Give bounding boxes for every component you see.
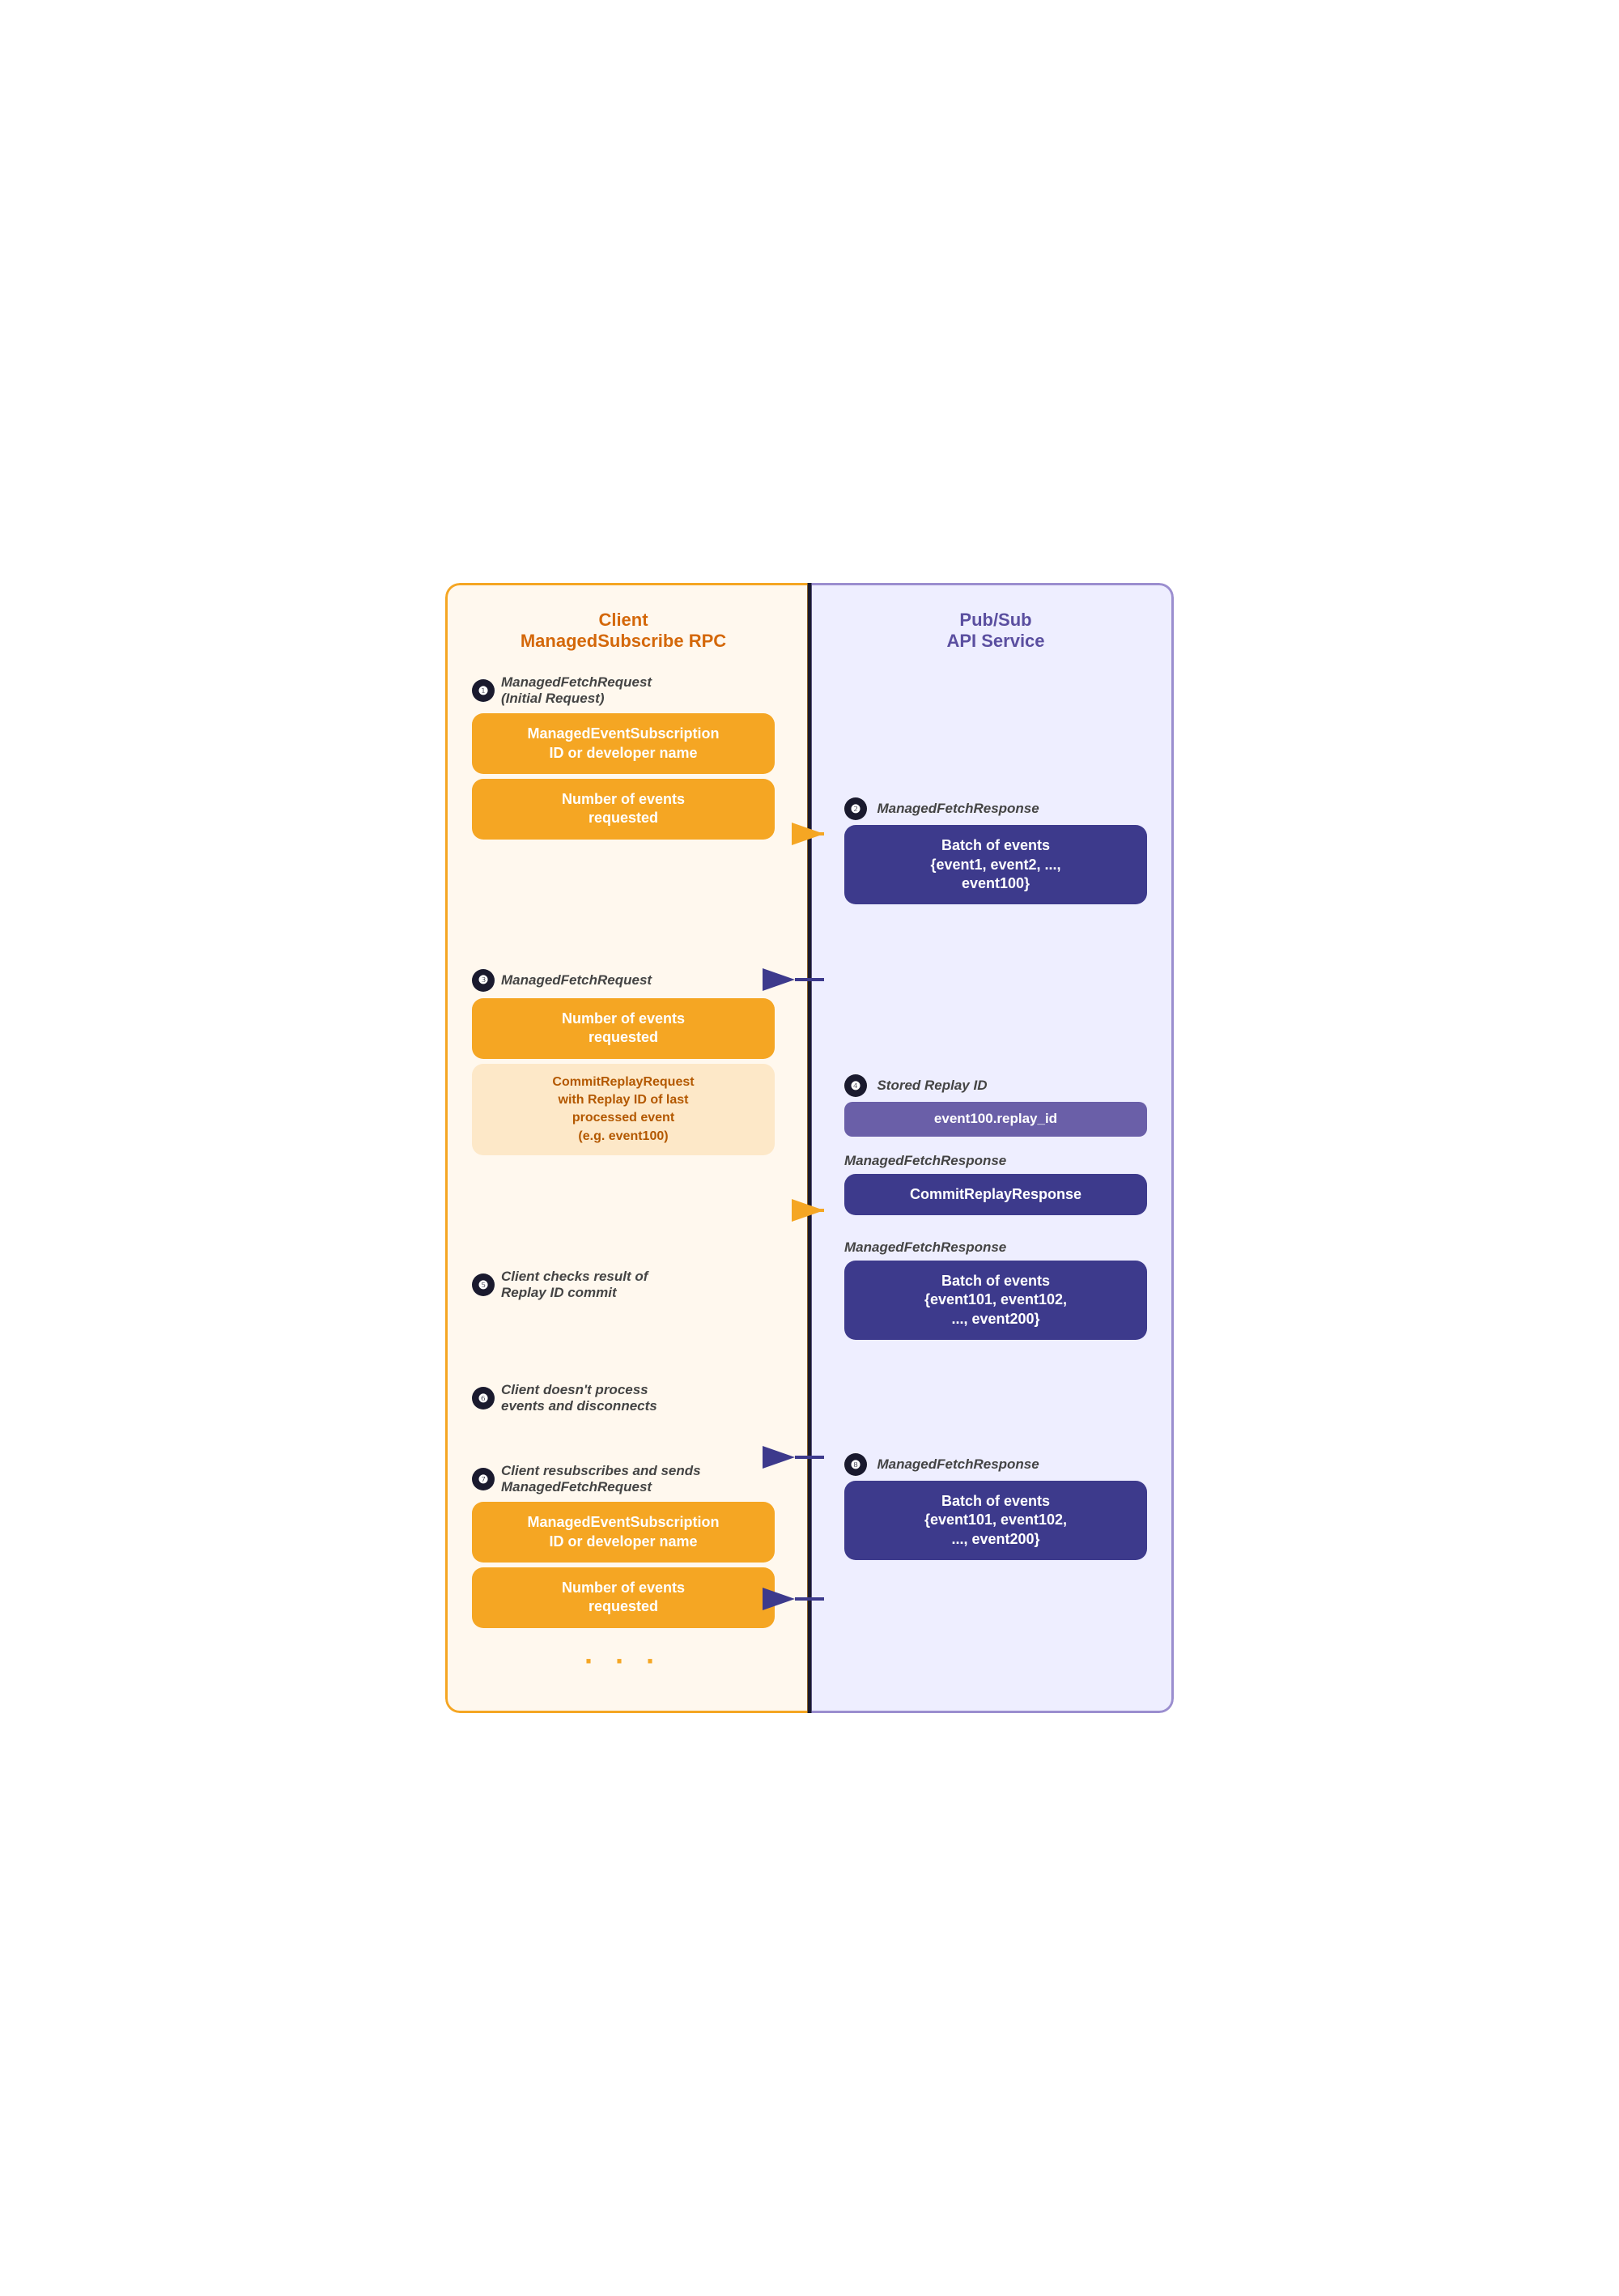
step-6-right-label: ManagedFetchResponse [844,1239,1147,1256]
left-panel: Client ManagedSubscribe RPC ❶ ManagedFet… [445,583,810,1712]
step-3-container: ❸ ManagedFetchRequest Number of eventsre… [472,969,775,1155]
step-3-text: ManagedFetchRequest [501,972,652,989]
center-divider [808,583,812,1712]
right-panel: Pub/Sub API Service ❷ ManagedFetchRespon… [810,583,1174,1712]
step-6-right-container: ManagedFetchResponse Batch of events{eve… [844,1239,1147,1340]
step-5-container: ❺ Client checks result ofReplay ID commi… [472,1269,775,1301]
step-6-container: ❻ Client doesn't processevents and disco… [472,1382,775,1414]
step-8-label-wrap: ❽ ManagedFetchResponse [844,1453,1147,1476]
step-6-label: ❻ Client doesn't processevents and disco… [472,1382,775,1414]
step-7-box1: ManagedEventSubscriptionID or developer … [472,1502,775,1563]
step-5-right-box: CommitReplayResponse [844,1174,1147,1215]
step-5-label: ❺ Client checks result ofReplay ID commi… [472,1269,775,1301]
step-3-box1: Number of eventsrequested [472,998,775,1059]
step-4-container: ❹ Stored Replay ID event100.replay_id [844,1074,1147,1136]
step-4-circle: ❹ [844,1074,867,1097]
step-2-box: Batch of events{event1, event2, ...,even… [844,825,1147,904]
step-7-container: ❼ Client resubscribes and sendsManagedFe… [472,1463,775,1628]
dots: · · · [472,1644,775,1678]
step-5-circle: ❺ [472,1273,495,1296]
right-header-line2: API Service [844,631,1147,652]
step-8-circle: ❽ [844,1453,867,1476]
step-3-circle: ❸ [472,969,495,992]
step-2-text: ManagedFetchResponse [877,801,1039,816]
step-8-box: Batch of events{event101, event102,..., … [844,1481,1147,1560]
step-7-box2: Number of eventsrequested [472,1567,775,1628]
step-8-container: ❽ ManagedFetchResponse Batch of events{e… [844,1453,1147,1560]
step-7-circle: ❼ [472,1468,495,1490]
step-6-circle: ❻ [472,1387,495,1409]
step-1-text: ManagedFetchRequest (Initial Request) [501,674,652,707]
step-4-box: event100.replay_id [844,1102,1147,1136]
step-1-box1: ManagedEventSubscriptionID or developer … [472,713,775,774]
step-3-label: ❸ ManagedFetchRequest [472,969,775,992]
step-2-circle: ❷ [844,797,867,820]
step-5-right-container: ManagedFetchResponse CommitReplayRespons… [844,1153,1147,1215]
step-7-label: ❼ Client resubscribes and sendsManagedFe… [472,1463,775,1495]
step-5-text: Client checks result ofReplay ID commit [501,1269,648,1301]
step-1-circle: ❶ [472,679,495,702]
step-1-container: ❶ ManagedFetchRequest (Initial Request) … [472,674,775,840]
step-2-label-wrap: ❷ ManagedFetchResponse [844,797,1147,820]
step-6-right-box: Batch of events{event101, event102,..., … [844,1261,1147,1340]
step-1-label: ❶ ManagedFetchRequest (Initial Request) [472,674,775,707]
step-2-container: ❷ ManagedFetchResponse Batch of events{e… [844,797,1147,904]
diagram-wrapper: Client ManagedSubscribe RPC ❶ ManagedFet… [445,583,1174,1712]
step-3-box2: CommitReplayRequestwith Replay ID of las… [472,1064,775,1156]
left-header-line1: Client [472,610,775,631]
left-header-line2: ManagedSubscribe RPC [472,631,775,652]
left-header: Client ManagedSubscribe RPC [472,610,775,652]
step-1-box2: Number of eventsrequested [472,779,775,840]
step-4-label-wrap: ❹ Stored Replay ID [844,1074,1147,1097]
right-header: Pub/Sub API Service [844,610,1147,652]
step-4-text: Stored Replay ID [877,1078,987,1093]
step-7-text: Client resubscribes and sendsManagedFetc… [501,1463,701,1495]
step-8-text: ManagedFetchResponse [877,1456,1039,1472]
step-5-right-label: ManagedFetchResponse [844,1153,1147,1169]
step-6-text: Client doesn't processevents and disconn… [501,1382,657,1414]
right-header-line1: Pub/Sub [844,610,1147,631]
